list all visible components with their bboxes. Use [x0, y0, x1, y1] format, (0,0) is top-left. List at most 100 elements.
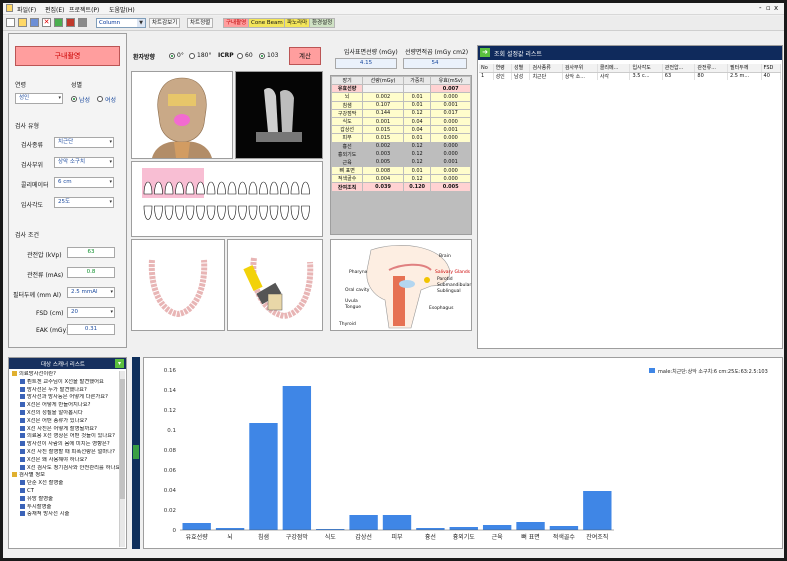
question-folder[interactable]: 의료방사선이란? [11, 371, 119, 379]
history-column-header[interactable]: 필터두께 [727, 64, 762, 73]
chart-bar[interactable] [516, 522, 545, 530]
filter-select[interactable]: 2.5 mmAl ▾ [67, 287, 115, 298]
kvp-input[interactable]: 63 [67, 247, 115, 258]
orientation-0-radio[interactable] [169, 53, 175, 59]
upper-tooth[interactable] [227, 181, 237, 195]
chart-bar[interactable] [182, 523, 211, 530]
chart-bar[interactable] [382, 515, 412, 530]
chart-sort-button[interactable]: 차트정렬 [187, 18, 214, 28]
question-item[interactable]: X선 사진 촬영할 때 피폭선량은 얼마나? [11, 448, 119, 457]
upper-tooth[interactable] [238, 181, 247, 195]
lower-tooth[interactable] [185, 205, 195, 220]
panoramic-tab-button[interactable]: 파노라마 [284, 18, 311, 28]
dose-table-row[interactable]: 흉외기도 0.003 0.12 0.000 [330, 149, 471, 159]
question-item[interactable]: X선 검사도 정기검사와 안전관리를 하나요? [11, 464, 119, 473]
upper-tooth[interactable] [269, 181, 279, 195]
lower-tooth[interactable] [206, 205, 216, 220]
upper-tooth[interactable] [196, 181, 205, 195]
lower-tooth[interactable] [238, 205, 247, 220]
dose-table-row[interactable]: 갑상선 0.015 0.04 0.001 [330, 125, 471, 135]
history-column-header[interactable]: 입사각도 [629, 64, 663, 73]
dose-table-row[interactable]: 뇌 0.002 0.01 0.000 [330, 92, 471, 102]
settings-button[interactable]: 환경설정 [309, 18, 336, 28]
question-scrollbar-thumb[interactable] [120, 379, 125, 499]
question-item[interactable]: 뢴트겐 교수님이 X선을 발견했어요 [11, 378, 119, 387]
close-icon[interactable]: x [774, 4, 778, 12]
save-icon[interactable] [30, 18, 39, 27]
upper-tooth[interactable] [280, 181, 289, 195]
age-select[interactable]: 성인 ▾ [15, 93, 63, 104]
mas-input[interactable]: 0.8 [67, 267, 115, 278]
upper-tooth[interactable] [259, 181, 268, 195]
chart-bar[interactable] [583, 491, 612, 530]
excel-icon[interactable] [54, 18, 63, 27]
menu-help[interactable]: 도움말(H) [109, 5, 135, 14]
lower-tooth[interactable] [227, 205, 237, 220]
history-column-header[interactable]: 콜리메... [597, 64, 631, 73]
lower-tooth[interactable] [290, 205, 300, 220]
question-item[interactable]: 투시촬영술 [11, 503, 119, 512]
splitter-handle[interactable] [133, 445, 139, 459]
sex-male-radio[interactable] [71, 96, 77, 102]
upper-tooth[interactable] [185, 181, 195, 195]
question-item[interactable]: 방사선이 사람의 몸에 미치는 영향은? [11, 441, 119, 449]
question-item[interactable]: 중재적 방사선 시술 [11, 511, 119, 519]
collimator-select[interactable]: 6 cm ▾ [54, 177, 114, 188]
upper-tooth[interactable] [301, 181, 310, 195]
lower-tooth[interactable] [269, 205, 279, 220]
upper-tooth[interactable] [175, 181, 184, 195]
chart-view-button[interactable]: 차트감보기 [149, 18, 181, 28]
dose-table-row[interactable]: 잔여조직 0.039 0.120 0.005 [330, 182, 471, 192]
history-column-header[interactable]: 관전류... [694, 64, 729, 73]
menu-project[interactable]: 프로젝트(P) [69, 5, 99, 14]
chart-bar[interactable] [449, 527, 478, 530]
dose-table-row[interactable]: 피부 0.015 0.01 0.000 [330, 133, 471, 143]
menu-edit[interactable]: 편집(E) [45, 5, 65, 14]
history-column-header[interactable]: No [479, 64, 494, 73]
collapse-icon[interactable]: ▾ [115, 359, 124, 368]
chart-bar[interactable] [549, 526, 579, 530]
export-icon[interactable]: ➜ [480, 48, 490, 57]
lower-tooth[interactable] [217, 205, 226, 220]
dose-table-row[interactable]: 구강점막 0.144 0.12 0.017 [330, 108, 471, 118]
history-column-header[interactable]: 성별 [511, 64, 531, 73]
open-folder-icon[interactable] [18, 18, 27, 27]
upper-tooth[interactable] [143, 181, 153, 195]
chart-bar[interactable] [349, 515, 378, 530]
new-file-icon[interactable] [6, 18, 15, 27]
menu-file[interactable]: 파일(F) [17, 5, 36, 14]
chart-bar[interactable] [249, 423, 278, 530]
upper-tooth[interactable] [154, 181, 163, 195]
exam-type-select[interactable]: 치근단 ▾ [54, 137, 114, 148]
icrp-60-radio[interactable] [237, 53, 243, 59]
lower-tooth[interactable] [280, 205, 289, 220]
question-item[interactable]: 방사선과 방사능은 어떻게 다른가요? [11, 394, 119, 402]
lower-tooth[interactable] [196, 205, 205, 220]
upper-tooth[interactable] [290, 181, 300, 195]
dose-table-row[interactable]: 적색골수 0.004 0.12 0.000 [330, 174, 471, 184]
lower-tooth[interactable] [143, 205, 153, 220]
restore-icon[interactable]: ▫ [766, 4, 771, 12]
dose-table-row[interactable]: 유효선량 0.007 [330, 84, 471, 94]
lower-tooth[interactable] [248, 205, 258, 220]
history-column-header[interactable]: 관전압... [662, 64, 696, 73]
chart-bar[interactable] [282, 386, 312, 530]
dose-table-row[interactable]: 흉선 0.002 0.12 0.000 [330, 141, 471, 151]
history-column-header[interactable]: 연령 [493, 64, 513, 73]
exam-site-select[interactable]: 상악 소구치 ▾ [54, 157, 114, 168]
angle-select[interactable]: 25도 ▾ [54, 197, 114, 208]
dose-table-row[interactable]: 식도 0.001 0.04 0.000 [330, 116, 471, 127]
intraoral-tab-button[interactable]: 구내촬영 [223, 18, 250, 28]
orientation-180-radio[interactable] [189, 53, 195, 59]
question-folder[interactable]: 검사별 정보 [11, 472, 119, 480]
calculate-button[interactable]: 계산 [289, 47, 321, 65]
delete-icon[interactable]: ✕ [42, 18, 51, 27]
upper-tooth[interactable] [164, 181, 174, 195]
fsd-select[interactable]: 20 ▾ [67, 307, 115, 318]
question-item[interactable]: X선은 어떤 종류가 있나요? [11, 417, 119, 426]
upper-tooth[interactable] [217, 181, 226, 195]
report-icon[interactable] [66, 18, 75, 27]
print-icon[interactable] [78, 18, 87, 27]
dose-table-row[interactable]: 침샘 0.107 0.01 0.001 [330, 100, 471, 110]
question-item[interactable]: X선은 어떻게 만들어지나요? [11, 402, 119, 410]
